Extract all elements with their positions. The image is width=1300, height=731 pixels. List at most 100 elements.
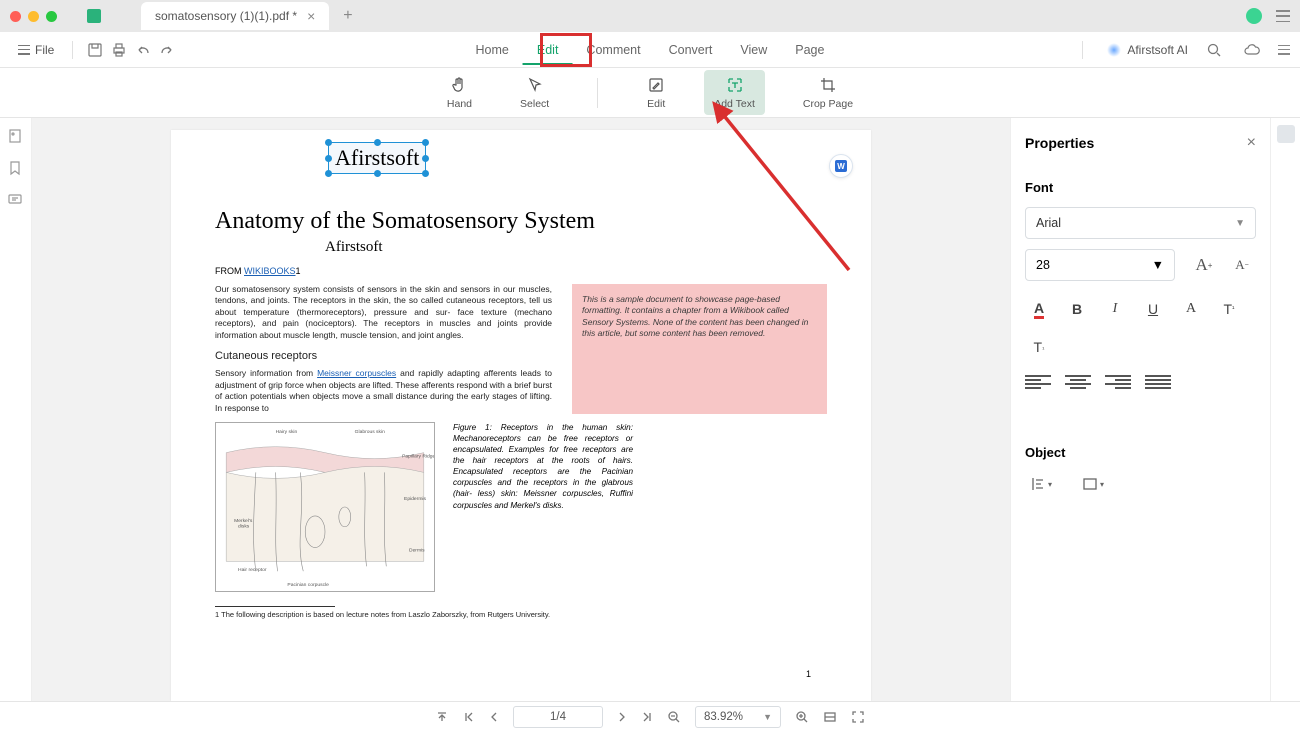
font-family-value: Arial (1036, 216, 1061, 230)
document-tab[interactable]: somatosensory (1)(1).pdf * × (141, 2, 329, 30)
text-color-icon[interactable]: A (1025, 295, 1053, 323)
align-left-icon[interactable] (1025, 375, 1051, 395)
italic-icon[interactable]: I (1101, 295, 1129, 323)
last-page-icon[interactable] (641, 711, 653, 723)
minimize-window[interactable] (28, 11, 39, 22)
underline-icon[interactable]: U (1139, 295, 1167, 323)
pencil-icon (646, 75, 666, 95)
bookmarks-icon[interactable] (7, 160, 25, 178)
document-title: Anatomy of the Somatosensory System (215, 208, 827, 235)
status-bar: 1/4 83.92%▼ (0, 701, 1300, 731)
comments-icon[interactable] (7, 192, 25, 210)
align-justify-icon[interactable] (1145, 375, 1171, 395)
menu-comment[interactable]: Comment (572, 35, 654, 65)
svg-text:disks: disks (238, 524, 250, 530)
pdf-page[interactable]: Afirstsoft W Anatomy of the Somatosensor… (171, 130, 871, 701)
user-avatar[interactable] (1246, 8, 1262, 24)
object-align-icon[interactable]: ▾ (1025, 472, 1057, 496)
tab-title: somatosensory (1)(1).pdf * (155, 9, 297, 23)
search-icon[interactable] (1202, 38, 1226, 62)
zoom-out-icon[interactable] (667, 710, 681, 724)
section-head: Cutaneous receptors (215, 349, 552, 364)
menu-edit[interactable]: Edit (523, 35, 573, 65)
fullscreen-icon[interactable] (851, 710, 865, 724)
crop-icon (818, 75, 838, 95)
menu-page[interactable]: Page (781, 35, 838, 65)
menu-convert[interactable]: Convert (655, 35, 727, 65)
page-number: 1 (806, 669, 811, 679)
tool-crop-page[interactable]: Crop Page (793, 70, 863, 115)
properties-title: Properties (1025, 135, 1094, 151)
convert-badge[interactable]: W (829, 154, 853, 178)
font-section-title: Font (1025, 180, 1256, 195)
maximize-window[interactable] (46, 11, 57, 22)
app-menu-icon[interactable] (1276, 10, 1290, 22)
redo-icon[interactable] (155, 38, 179, 62)
decrease-font-icon[interactable]: A− (1228, 251, 1256, 279)
close-panel-icon[interactable]: × (1247, 134, 1256, 152)
svg-text:Glabrous skin: Glabrous skin (355, 429, 385, 435)
meissner-link[interactable]: Meissner corpuscles (317, 368, 396, 378)
svg-text:Hair receptor: Hair receptor (238, 567, 267, 573)
main-menu: Home Edit Comment Convert View Page (462, 35, 839, 65)
byline-link[interactable]: WIKIBOOKS (244, 266, 296, 276)
tool-add-text[interactable]: Add Text (704, 70, 765, 115)
close-window[interactable] (10, 11, 21, 22)
new-tab-button[interactable]: + (343, 7, 352, 25)
properties-panel: Properties × Font Arial ▼ 28 ▼ A+ A− A B… (1010, 118, 1270, 701)
tool-select-label: Select (520, 98, 549, 110)
prev-page-icon[interactable] (489, 711, 499, 723)
undo-icon[interactable] (131, 38, 155, 62)
font-size-value: 28 (1036, 258, 1050, 272)
page-indicator[interactable]: 1/4 (513, 706, 603, 728)
right-rail (1270, 118, 1300, 701)
object-layout-icon[interactable]: ▾ (1077, 472, 1109, 496)
menu-view[interactable]: View (726, 35, 781, 65)
fit-width-icon[interactable] (823, 710, 837, 724)
hand-icon (449, 75, 469, 95)
cloud-icon[interactable] (1240, 38, 1264, 62)
print-icon[interactable] (107, 38, 131, 62)
inserted-text-box[interactable]: Afirstsoft (328, 142, 426, 174)
font-style-icon[interactable]: A (1177, 295, 1205, 323)
footnote: 1 The following description is based on … (215, 610, 827, 619)
chevron-down-icon: ▼ (1152, 258, 1164, 272)
app-logo (87, 9, 101, 23)
rail-properties-icon[interactable] (1277, 125, 1295, 143)
tool-edit[interactable]: Edit (636, 70, 676, 115)
bold-icon[interactable]: B (1063, 295, 1091, 323)
font-size-select[interactable]: 28 ▼ (1025, 249, 1175, 281)
menu-home[interactable]: Home (462, 35, 523, 65)
increase-font-icon[interactable]: A+ (1190, 251, 1218, 279)
font-family-select[interactable]: Arial ▼ (1025, 207, 1256, 239)
titlebar: somatosensory (1)(1).pdf * × + (0, 0, 1300, 32)
para1: Our somatosensory system consists of sen… (215, 284, 552, 341)
file-menu[interactable]: File (10, 40, 62, 60)
close-tab-icon[interactable]: × (307, 8, 315, 24)
inserted-text: Afirstsoft (335, 145, 419, 171)
scroll-top-icon[interactable] (435, 710, 449, 724)
figure-caption: Figure 1: Receptors in the human skin: M… (453, 422, 633, 592)
save-icon[interactable] (83, 38, 107, 62)
sparkle-icon (1107, 43, 1121, 57)
ai-button[interactable]: Afirstsoft AI (1107, 43, 1188, 57)
tool-select[interactable]: Select (510, 70, 559, 115)
superscript-icon[interactable]: T¹ (1215, 295, 1243, 323)
more-icon[interactable] (1278, 45, 1290, 55)
hamburger-icon (18, 45, 30, 55)
tool-hand[interactable]: Hand (437, 70, 482, 115)
canvas[interactable]: Afirstsoft W Anatomy of the Somatosensor… (32, 118, 1010, 701)
thumbnails-icon[interactable] (7, 128, 25, 146)
svg-text:Pacinian corpuscle: Pacinian corpuscle (287, 582, 329, 588)
align-right-icon[interactable] (1105, 375, 1131, 395)
zoom-in-icon[interactable] (795, 710, 809, 724)
file-label: File (35, 43, 54, 57)
zoom-select[interactable]: 83.92%▼ (695, 706, 781, 728)
svg-text:Dermis: Dermis (409, 548, 425, 554)
align-center-icon[interactable] (1065, 375, 1091, 395)
document-subtitle: Afirstsoft (325, 239, 827, 256)
next-page-icon[interactable] (617, 711, 627, 723)
figure-image: Hairy skin Glabrous skin Papillary Ridge… (215, 422, 435, 592)
first-page-icon[interactable] (463, 711, 475, 723)
subscript-icon[interactable]: T₁ (1025, 333, 1053, 361)
